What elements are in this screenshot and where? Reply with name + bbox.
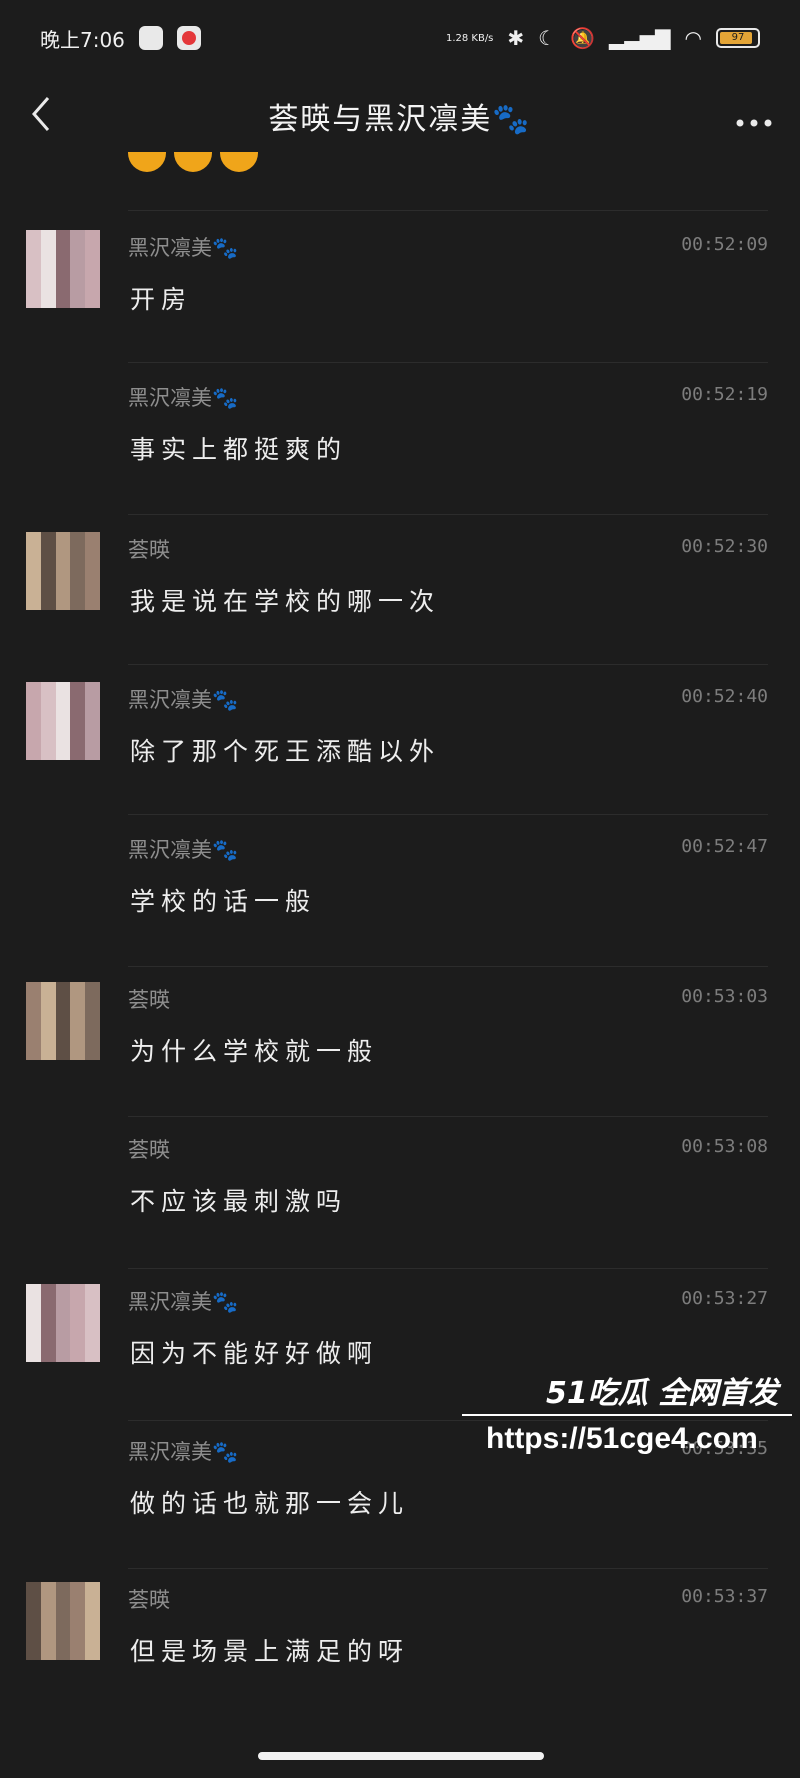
emoji-icon	[128, 152, 166, 172]
message-text: 不应该最刺激吗	[130, 1187, 348, 1216]
watermark: 51吃瓜 全网首发 https://51cge4.com	[462, 1368, 792, 1468]
message-text: 学校的话一般	[130, 887, 317, 916]
message-item[interactable]: 荟暎 00:53:08 不应该最刺激吗	[0, 1110, 800, 1260]
message-item[interactable]: 荟暎 00:53:03 为什么学校就一般	[0, 960, 800, 1110]
sender-name: 荟暎	[128, 1138, 170, 1162]
chevron-left-icon	[32, 97, 50, 131]
avatar[interactable]	[26, 230, 100, 308]
mute-icon: 🔕	[570, 26, 596, 50]
home-indicator[interactable]	[258, 1752, 544, 1760]
sender-name: 荟暎	[128, 988, 170, 1012]
avatar[interactable]	[26, 982, 100, 1060]
back-button[interactable]	[26, 94, 66, 134]
message-text: 我是说在学校的哪一次	[130, 587, 441, 616]
message-time: 00:52:09	[681, 234, 768, 255]
moon-icon: ☾	[538, 26, 557, 50]
watermark-url: https://51cge4.com	[486, 1422, 758, 1455]
message-time: 00:52:19	[681, 384, 768, 405]
emoji-icon	[220, 152, 258, 172]
message-time: 00:52:40	[681, 686, 768, 707]
watermark-brand: 51吃瓜 全网首发	[546, 1376, 779, 1411]
message-text: 为什么学校就一般	[130, 1037, 379, 1066]
message-time: 00:52:30	[681, 536, 768, 557]
message-item[interactable]: 荟暎 00:52:30 我是说在学校的哪一次	[0, 510, 800, 660]
emoji-icon	[174, 152, 212, 172]
more-button[interactable]	[734, 98, 774, 138]
message-time: 00:53:08	[681, 1136, 768, 1157]
message-text: 事实上都挺爽的	[130, 435, 348, 464]
message-item[interactable]: 黑沢凛美🐾 00:52:09 开房	[0, 208, 800, 358]
message-time: 00:53:03	[681, 986, 768, 1007]
chat-title: 荟暎与黑沢凛美🐾	[268, 102, 532, 137]
message-item[interactable]: 荟暎 00:53:37 但是场景上满足的呀	[0, 1560, 800, 1710]
sender-name: 黑沢凛美🐾	[128, 838, 239, 862]
emoji-row	[128, 152, 258, 172]
message-time: 00:53:37	[681, 1586, 768, 1607]
message-text: 除了那个死王添酷以外	[130, 737, 441, 766]
avatar[interactable]	[26, 1284, 100, 1362]
status-bar: 晚上7:06 1.28 KB/s ✱ ☾ 🔕 ▂▃▅▇ ◠ 97	[0, 0, 800, 76]
record-app-icon	[176, 26, 201, 50]
message-time: 00:53:27	[681, 1288, 768, 1309]
message-item[interactable]: 黑沢凛美🐾 00:52:40 除了那个死王添酷以外	[0, 660, 800, 810]
bluetooth-icon: ✱	[507, 26, 525, 50]
sender-name: 黑沢凛美🐾	[128, 236, 239, 260]
message-item[interactable]: 黑沢凛美🐾 00:52:19 事实上都挺爽的	[0, 358, 800, 508]
avatar[interactable]	[26, 532, 100, 610]
sender-name: 黑沢凛美🐾	[128, 386, 239, 410]
message-text: 但是场景上满足的呀	[130, 1637, 410, 1666]
notification-app-icon	[138, 26, 163, 50]
avatar[interactable]	[26, 1582, 100, 1660]
net-speed: 1.28 KB/s	[445, 32, 494, 44]
more-dots-icon	[736, 119, 772, 127]
sender-name: 荟暎	[128, 538, 170, 562]
wifi-icon: ◠	[684, 26, 702, 50]
sender-name: 荟暎	[128, 1588, 170, 1612]
signal-icon: ▂▃▅▇	[609, 26, 671, 50]
message-text: 做的话也就那一会儿	[130, 1489, 410, 1518]
sender-name: 黑沢凛美🐾	[128, 688, 239, 712]
status-time: 晚上7:06	[40, 27, 125, 52]
message-text: 开房	[130, 285, 193, 314]
avatar[interactable]	[26, 682, 100, 760]
message-text: 因为不能好好做啊	[130, 1339, 379, 1368]
battery-level: 97	[731, 32, 745, 43]
message-time: 00:52:47	[681, 836, 768, 857]
watermark-line	[462, 1414, 792, 1416]
message-item[interactable]: 黑沢凛美🐾 00:52:47 学校的话一般	[0, 810, 800, 960]
sender-name: 黑沢凛美🐾	[128, 1290, 239, 1314]
sender-name: 黑沢凛美🐾	[128, 1440, 239, 1464]
status-right: 1.28 KB/s ✱ ☾ 🔕 ▂▃▅▇ ◠ 97	[446, 26, 760, 50]
nav-bar: 荟暎与黑沢凛美🐾	[0, 76, 800, 156]
battery-icon: 97	[716, 28, 760, 48]
status-left: 晚上7:06	[40, 24, 201, 53]
